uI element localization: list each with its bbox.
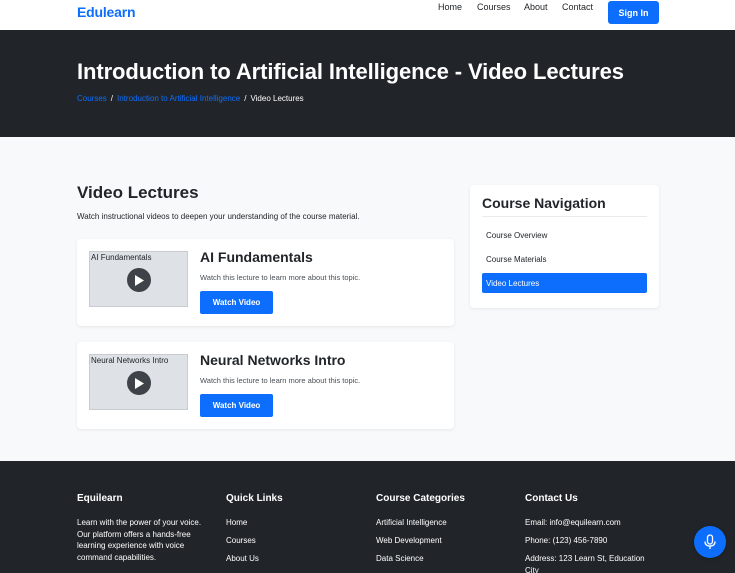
play-icon[interactable] bbox=[127, 371, 151, 395]
breadcrumb-separator: / bbox=[110, 94, 114, 103]
course-navigation: Course Navigation Course Overview Course… bbox=[470, 185, 659, 308]
thumbnail-label: AI Fundamentals bbox=[91, 253, 152, 262]
sign-in-button[interactable]: Sign In bbox=[608, 1, 659, 24]
section-description: Watch instructional videos to deepen you… bbox=[77, 212, 360, 221]
video-thumbnail[interactable]: Neural Networks Intro bbox=[89, 354, 188, 410]
divider bbox=[482, 216, 647, 217]
footer-quick-links-title: Quick Links bbox=[226, 493, 283, 504]
breadcrumb-courses[interactable]: Courses bbox=[77, 94, 107, 103]
breadcrumb: Courses / Introduction to Artificial Intel… bbox=[77, 94, 304, 103]
page-header: Introduction to Artificial Intelligence … bbox=[0, 30, 735, 137]
footer-category-data-science[interactable]: Data Science bbox=[376, 554, 424, 563]
nav-link-about[interactable]: About bbox=[524, 2, 548, 12]
nav-item-course-overview[interactable]: Course Overview bbox=[482, 225, 647, 245]
footer-link-home[interactable]: Home bbox=[226, 518, 247, 527]
video-title: Neural Networks Intro bbox=[200, 352, 346, 368]
breadcrumb-course[interactable]: Introduction to Artificial Intelligence bbox=[117, 94, 240, 103]
footer-contact-title: Contact Us bbox=[525, 493, 578, 504]
watch-video-button[interactable]: Watch Video bbox=[200, 291, 273, 314]
nav-link-courses[interactable]: Courses bbox=[477, 2, 511, 12]
video-description: Watch this lecture to learn more about t… bbox=[200, 273, 361, 282]
footer-category-ai[interactable]: Artificial Intelligence bbox=[376, 518, 447, 527]
watch-video-button[interactable]: Watch Video bbox=[200, 394, 273, 417]
course-navigation-title: Course Navigation bbox=[482, 195, 606, 211]
footer-link-courses[interactable]: Courses bbox=[226, 536, 256, 545]
footer-about-text: Learn with the power of your voice. Our … bbox=[77, 518, 202, 562]
video-description: Watch this lecture to learn more about t… bbox=[200, 376, 361, 385]
footer-category-web-dev[interactable]: Web Development bbox=[376, 536, 442, 545]
brand-logo[interactable]: Edulearn bbox=[77, 4, 136, 20]
microphone-icon[interactable] bbox=[694, 526, 726, 558]
footer-link-about-us[interactable]: About Us bbox=[226, 554, 259, 563]
play-icon[interactable] bbox=[127, 268, 151, 292]
section-title: Video Lectures bbox=[77, 183, 199, 202]
video-title: AI Fundamentals bbox=[200, 249, 313, 265]
breadcrumb-current: Video Lectures bbox=[250, 94, 304, 103]
nav-item-course-materials[interactable]: Course Materials bbox=[482, 249, 647, 269]
footer-address: Address: 123 Learn St, Education City bbox=[525, 554, 645, 573]
nav-link-home[interactable]: Home bbox=[438, 2, 462, 12]
nav-item-video-lectures[interactable]: Video Lectures bbox=[482, 273, 647, 293]
footer-phone: Phone: (123) 456-7890 bbox=[525, 536, 608, 545]
video-card: AI Fundamentals AI Fundamentals Watch th… bbox=[77, 239, 454, 326]
video-thumbnail[interactable]: AI Fundamentals bbox=[89, 251, 188, 307]
breadcrumb-separator: / bbox=[244, 94, 247, 103]
footer-categories-title: Course Categories bbox=[376, 493, 465, 504]
thumbnail-label: Neural Networks Intro bbox=[91, 356, 169, 365]
footer-brand: Equilearn bbox=[77, 493, 123, 504]
footer: Equilearn Learn with the power of your v… bbox=[0, 461, 735, 573]
page-title: Introduction to Artificial Intelligence … bbox=[77, 59, 624, 84]
footer-email: Email: info@equilearn.com bbox=[525, 518, 621, 527]
navbar: Edulearn Home Courses About Contact Sign… bbox=[0, 0, 735, 30]
video-card: Neural Networks Intro Neural Networks In… bbox=[77, 342, 454, 429]
nav-link-contact[interactable]: Contact bbox=[562, 2, 593, 12]
